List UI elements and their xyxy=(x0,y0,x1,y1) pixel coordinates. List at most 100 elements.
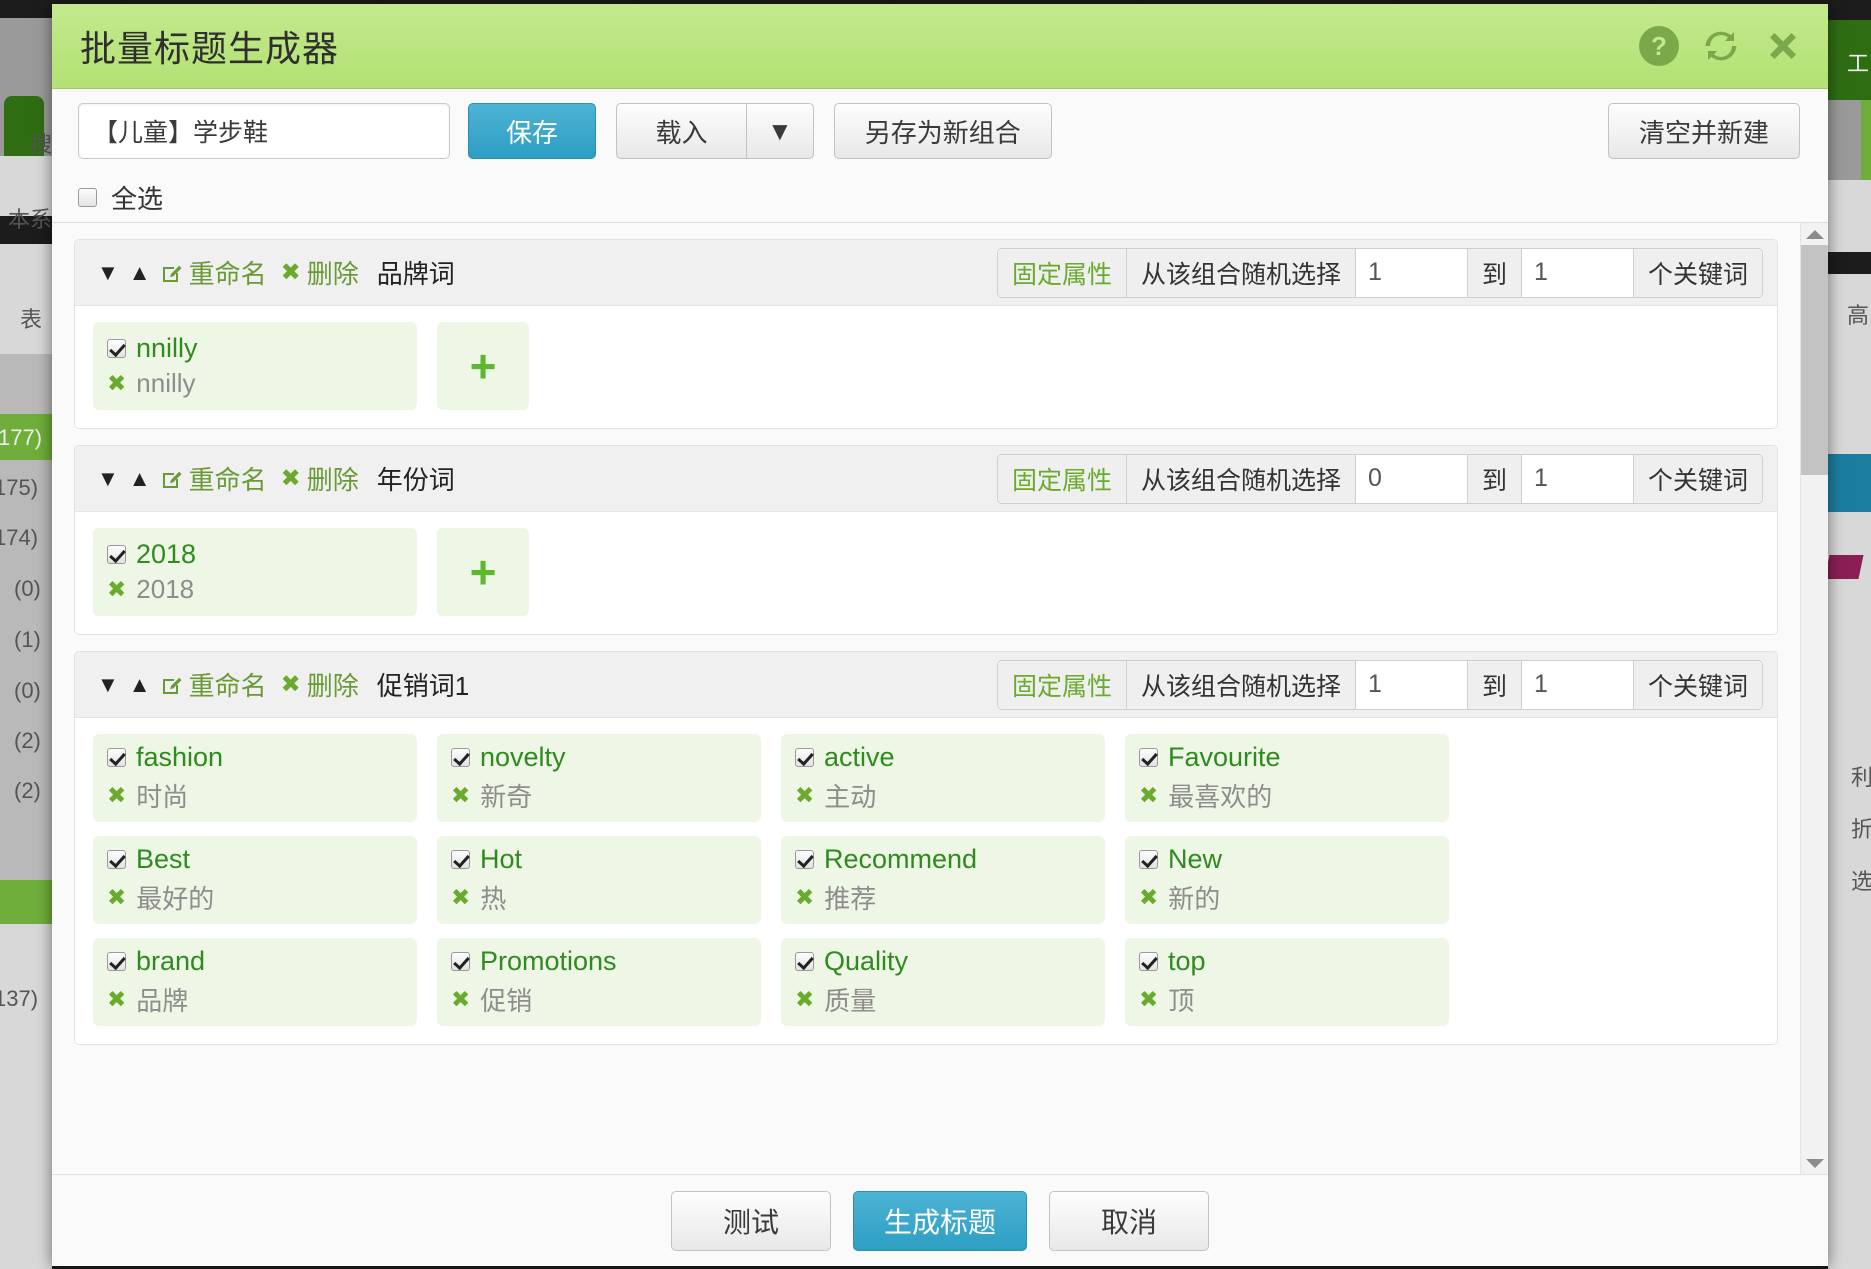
remove-keyword-icon[interactable]: ✖ xyxy=(107,370,126,397)
keyword-term: nnilly xyxy=(136,333,198,363)
remove-keyword-icon[interactable]: ✖ xyxy=(795,884,814,911)
keyword-primary-row: Best xyxy=(107,844,403,875)
remove-keyword-icon[interactable]: ✖ xyxy=(1139,884,1158,911)
backdrop-label: 137) xyxy=(0,986,39,1011)
keyword-checkbox[interactable] xyxy=(795,748,814,767)
remove-keyword-icon[interactable]: ✖ xyxy=(451,884,470,911)
keyword-card: fashion ✖ 时尚 xyxy=(93,734,417,822)
remove-keyword-icon[interactable]: ✖ xyxy=(1139,986,1158,1013)
move-group-up-icon[interactable]: ▲ xyxy=(129,261,151,284)
scroll-up-icon[interactable] xyxy=(1801,223,1829,245)
keyword-checkbox[interactable] xyxy=(451,850,470,869)
clear-and-new-button[interactable]: 清空并新建 xyxy=(1607,103,1800,159)
min-keywords-input[interactable] xyxy=(1355,454,1468,503)
select-all-checkbox[interactable] xyxy=(78,188,97,207)
test-button[interactable]: 测试 xyxy=(670,1190,831,1251)
cancel-button[interactable]: 取消 xyxy=(1049,1190,1209,1251)
remove-keyword-icon[interactable]: ✖ xyxy=(107,576,126,603)
backdrop-label: 搜 xyxy=(30,132,53,157)
move-group-down-icon[interactable]: ▼ xyxy=(97,467,119,490)
keyword-translation: nnilly xyxy=(136,368,196,398)
remove-keyword-icon[interactable]: ✖ xyxy=(107,782,126,809)
keyword-secondary-row: ✖ 热 xyxy=(451,879,747,916)
remove-keyword-icon[interactable]: ✖ xyxy=(451,782,470,809)
min-keywords-input[interactable] xyxy=(1355,660,1468,709)
keyword-checkbox[interactable] xyxy=(107,748,126,767)
remove-keyword-icon[interactable]: ✖ xyxy=(795,986,814,1013)
keyword-checkbox[interactable] xyxy=(1139,850,1158,869)
backdrop-label: 折 xyxy=(1850,817,1871,842)
keyword-checkbox[interactable] xyxy=(795,850,814,869)
delete-group-button[interactable]: ✖ 删除 xyxy=(281,666,359,703)
range-to-label: 到 xyxy=(1467,248,1522,297)
keyword-checkbox[interactable] xyxy=(107,339,126,358)
fixed-attribute-label[interactable]: 固定属性 xyxy=(997,660,1127,709)
keyword-checkbox[interactable] xyxy=(107,850,126,869)
keyword-term: Best xyxy=(136,844,191,874)
fixed-attribute-label[interactable]: 固定属性 xyxy=(997,248,1127,297)
keyword-translation: 最好的 xyxy=(136,884,215,914)
keyword-checkbox[interactable] xyxy=(1139,952,1158,971)
move-group-up-icon[interactable]: ▲ xyxy=(129,467,151,490)
keyword-translation: 时尚 xyxy=(136,782,189,812)
max-keywords-input[interactable] xyxy=(1521,660,1634,709)
max-keywords-input[interactable] xyxy=(1521,454,1634,503)
vertical-scrollbar[interactable] xyxy=(1800,223,1828,1174)
move-group-down-icon[interactable]: ▼ xyxy=(97,261,119,284)
scrollbar-track[interactable] xyxy=(1800,245,1828,1152)
group-name-label: 年份词 xyxy=(376,465,455,495)
keyword-checkbox[interactable] xyxy=(451,952,470,971)
backdrop-strip xyxy=(1861,100,1871,180)
keyword-secondary-row: ✖ 新奇 xyxy=(451,777,747,814)
remove-keyword-icon[interactable]: ✖ xyxy=(451,986,470,1013)
keyword-primary-row: Quality xyxy=(795,946,1091,977)
delete-group-button[interactable]: ✖ 删除 xyxy=(281,460,359,497)
edit-icon xyxy=(162,471,182,488)
move-group-up-icon[interactable]: ▲ xyxy=(129,673,151,696)
delete-group-button[interactable]: ✖ 删除 xyxy=(281,254,359,291)
remove-keyword-icon[interactable]: ✖ xyxy=(107,884,126,911)
move-group-down-icon[interactable]: ▼ xyxy=(97,673,119,696)
remove-keyword-icon[interactable]: ✖ xyxy=(107,986,126,1013)
close-icon: ✖ xyxy=(280,465,301,492)
fixed-attribute-label[interactable]: 固定属性 xyxy=(997,454,1127,503)
keyword-checkbox[interactable] xyxy=(1139,748,1158,767)
keyword-card: Favourite ✖ 最喜欢的 xyxy=(1125,734,1449,822)
keyword-term: 2018 xyxy=(136,539,197,569)
keyword-checkbox[interactable] xyxy=(451,748,470,767)
rename-group-button[interactable]: 重命名 xyxy=(161,666,267,703)
refresh-icon[interactable] xyxy=(1698,23,1744,69)
keyword-group: ▼▲重命名✖删除促销词1固定属性从该组合随机选择到个关键词fashion✖时尚n… xyxy=(74,651,1778,1045)
backdrop-label: 选 xyxy=(1850,869,1871,894)
keyword-card: Quality ✖ 质量 xyxy=(781,938,1105,1026)
backdrop-strip xyxy=(1828,180,1871,252)
keyword-secondary-row: ✖ 促销 xyxy=(451,981,747,1018)
help-icon[interactable]: ? xyxy=(1636,23,1682,69)
combo-name-input[interactable] xyxy=(78,103,450,159)
group-name-label: 品牌词 xyxy=(376,259,455,289)
rename-group-button[interactable]: 重命名 xyxy=(161,460,267,497)
keyword-card: active ✖ 主动 xyxy=(781,734,1105,822)
remove-keyword-icon[interactable]: ✖ xyxy=(1139,782,1158,809)
remove-keyword-icon[interactable]: ✖ xyxy=(795,782,814,809)
keyword-secondary-row: ✖ 2018 xyxy=(107,574,403,605)
chevron-down-icon[interactable]: ▼ xyxy=(746,103,814,159)
save-as-new-combo-button[interactable]: 另存为新组合 xyxy=(833,103,1052,159)
generate-title-button[interactable]: 生成标题 xyxy=(852,1190,1027,1251)
max-keywords-input[interactable] xyxy=(1521,248,1634,297)
close-icon[interactable] xyxy=(1760,23,1806,69)
add-keyword-button[interactable]: + xyxy=(437,322,529,410)
keyword-checkbox[interactable] xyxy=(795,952,814,971)
load-button[interactable]: 载入 xyxy=(616,103,746,159)
scrollbar-thumb[interactable] xyxy=(1800,245,1828,475)
min-keywords-input[interactable] xyxy=(1355,248,1468,297)
keyword-term: top xyxy=(1168,946,1206,976)
save-button[interactable]: 保存 xyxy=(468,103,596,159)
keyword-checkbox[interactable] xyxy=(107,545,126,564)
keyword-checkbox[interactable] xyxy=(107,952,126,971)
add-keyword-button[interactable]: + xyxy=(437,528,529,616)
scroll-down-icon[interactable] xyxy=(1801,1152,1829,1174)
keyword-secondary-row: ✖ 推荐 xyxy=(795,879,1091,916)
rename-group-button[interactable]: 重命名 xyxy=(161,254,267,291)
group-header: ▼ ▲ 重命名 ✖删除品牌词 固定属性从该组合随机选择 到 个关键词 xyxy=(75,240,1777,306)
